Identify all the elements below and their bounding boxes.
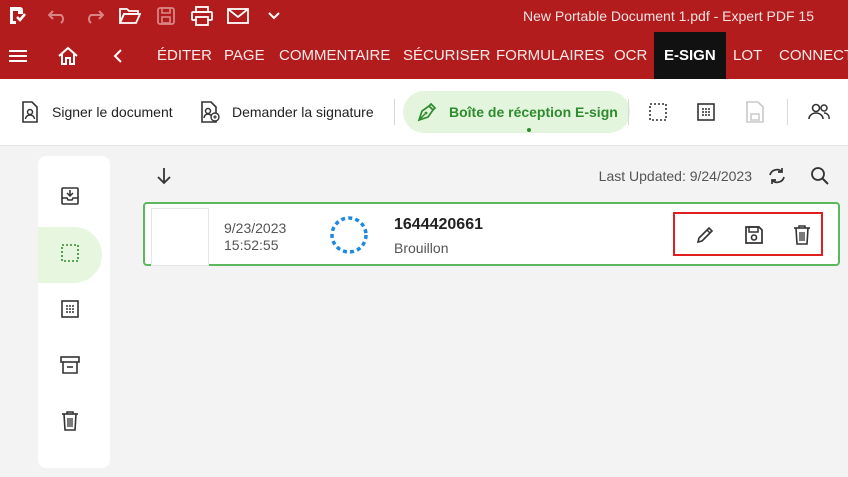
undo-icon[interactable]: [46, 4, 70, 28]
open-folder-icon[interactable]: [118, 4, 142, 28]
trash-icon: [60, 410, 80, 437]
contacts-icon[interactable]: [807, 100, 831, 124]
email-icon[interactable]: [226, 4, 250, 28]
tab-page[interactable]: PAGE: [224, 32, 265, 79]
redo-icon[interactable]: [82, 4, 106, 28]
back-chevron-icon[interactable]: [106, 44, 130, 68]
sidebar-item-drafts[interactable]: [38, 227, 102, 283]
e-sign-inbox-button[interactable]: Boîte de réception E-sign: [403, 91, 630, 133]
sidebar-item-archive[interactable]: [38, 339, 102, 395]
e-sign-toolbar: Signer le document Demander la signature…: [0, 79, 848, 146]
grid-dots-icon: [60, 299, 80, 324]
loading-spinner-icon: [330, 216, 368, 254]
document-id: 1644420661: [394, 216, 483, 233]
window-title: New Portable Document 1.pdf - Expert PDF…: [522, 8, 814, 24]
expert-pdf-logo-icon[interactable]: [4, 4, 28, 28]
toolbar-divider: [628, 99, 629, 125]
tab-e-sign[interactable]: E-SIGN: [654, 32, 726, 79]
tab-securiser[interactable]: SÉCURISER: [403, 32, 491, 79]
tab-editer[interactable]: ÉDITER: [157, 32, 212, 79]
document-time: 15:52:55: [224, 237, 279, 253]
request-signature-button[interactable]: Demander la signature: [198, 91, 374, 133]
save-icon[interactable]: [742, 223, 766, 247]
sign-document-label: Signer le document: [52, 104, 173, 120]
save-disabled-icon[interactable]: [743, 100, 767, 124]
document-actions-group: [673, 212, 823, 256]
toolbar-divider: [787, 99, 788, 125]
grid-dots-icon[interactable]: [694, 100, 718, 124]
document-thumbnail: [151, 208, 209, 266]
e-sign-inbox-label: Boîte de réception E-sign: [449, 104, 618, 120]
document-date: 9/23/2023: [224, 220, 287, 236]
hamburger-menu-icon[interactable]: [6, 44, 30, 68]
title-bar: New Portable Document 1.pdf - Expert PDF…: [0, 0, 848, 32]
tab-commentaire[interactable]: COMMENTAIRE: [279, 32, 390, 79]
select-dashed-icon[interactable]: [646, 100, 670, 124]
e-sign-sidebar: [38, 156, 110, 468]
archive-icon: [60, 355, 80, 380]
tab-connecteurs[interactable]: CONNECTI: [779, 32, 848, 79]
chevron-down-icon[interactable]: [262, 4, 286, 28]
last-updated-text: Last Updated: 9/24/2023: [598, 168, 752, 184]
toolbar-divider: [394, 99, 395, 125]
tab-lot[interactable]: LOT: [733, 32, 762, 79]
sign-document-button[interactable]: Signer le document: [18, 91, 173, 133]
select-dashed-icon: [60, 243, 80, 268]
search-icon[interactable]: [808, 164, 832, 188]
document-status: Brouillon: [394, 240, 449, 256]
tab-formulaires[interactable]: FORMULAIRES: [496, 32, 604, 79]
request-signature-label: Demander la signature: [232, 104, 374, 120]
arrow-down-icon[interactable]: [152, 164, 176, 188]
active-indicator-dot: [527, 128, 531, 132]
ribbon-tab-bar: ÉDITER PAGE COMMENTAIRE SÉCURISER FORMUL…: [0, 32, 848, 79]
trash-icon[interactable]: [790, 223, 814, 247]
document-datetime: 9/23/2023 15:52:55: [224, 220, 286, 254]
refresh-icon[interactable]: [765, 164, 789, 188]
request-signature-icon: [198, 100, 222, 124]
edit-pencil-icon[interactable]: [693, 223, 717, 247]
inbox-download-icon: [60, 186, 80, 211]
sign-document-icon: [18, 100, 42, 124]
print-icon[interactable]: [190, 4, 214, 28]
tab-ocr[interactable]: OCR: [614, 32, 647, 79]
pen-nib-icon: [415, 100, 439, 124]
home-icon[interactable]: [56, 44, 80, 68]
sidebar-item-trash[interactable]: [38, 395, 102, 451]
sidebar-item-pending[interactable]: [38, 283, 102, 339]
save-icon[interactable]: [154, 4, 178, 28]
sidebar-item-inbox[interactable]: [38, 170, 102, 226]
